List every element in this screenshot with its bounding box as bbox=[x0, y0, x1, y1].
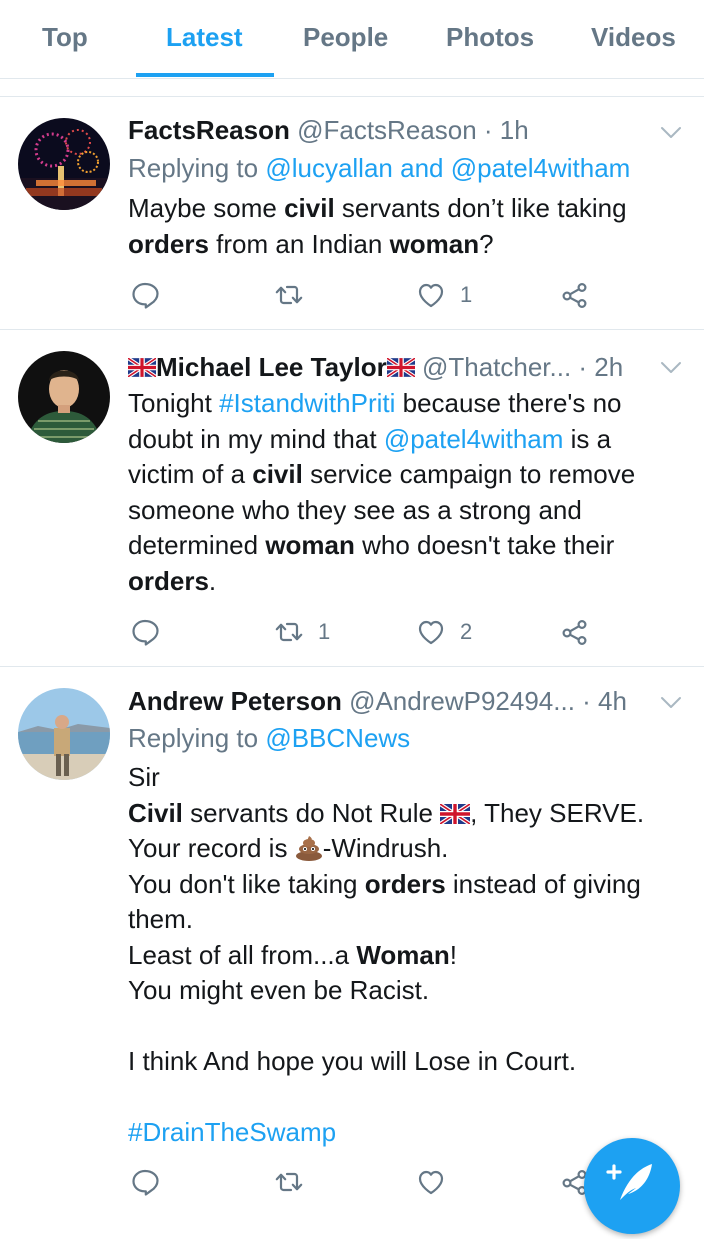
tweet-text: Sir Civil servants do Not Rule , They SE… bbox=[128, 760, 684, 1151]
divider bbox=[0, 666, 704, 667]
chevron-down-icon[interactable] bbox=[660, 126, 682, 140]
chevron-down-icon[interactable] bbox=[660, 696, 682, 710]
text-line: I think And hope you will Lose in Court. bbox=[128, 1046, 577, 1076]
mention-link[interactable]: @lucyallan bbox=[265, 153, 393, 183]
like-icon bbox=[416, 280, 446, 310]
reply-button[interactable] bbox=[130, 1162, 160, 1202]
divider bbox=[0, 329, 704, 330]
text-line: Least of all from...a Woman! bbox=[128, 939, 457, 970]
handle[interactable]: @Thatcher... bbox=[422, 352, 571, 382]
compose-tweet-icon bbox=[606, 1164, 652, 1200]
retweet-icon bbox=[274, 617, 304, 647]
retweet-icon bbox=[274, 280, 304, 310]
like-icon bbox=[416, 617, 446, 647]
like-count: 1 bbox=[460, 282, 473, 307]
chevron-down-icon[interactable] bbox=[660, 361, 682, 375]
display-name[interactable]: Michael Lee Taylor bbox=[156, 352, 387, 382]
tab-people[interactable]: People bbox=[303, 22, 388, 53]
tweet-actions: 1 2 bbox=[128, 612, 688, 652]
reply-icon bbox=[130, 1167, 160, 1197]
avatar[interactable] bbox=[18, 351, 110, 443]
text-line: You don't like taking orders instead of … bbox=[128, 868, 641, 899]
share-button[interactable] bbox=[560, 275, 590, 315]
avatar[interactable] bbox=[18, 118, 110, 210]
like-button[interactable]: 2 bbox=[416, 612, 472, 652]
divider bbox=[0, 96, 704, 97]
retweet-button[interactable]: 1 bbox=[274, 612, 330, 652]
timestamp: · 1h bbox=[483, 115, 529, 145]
display-name[interactable]: Andrew Peterson bbox=[128, 686, 342, 716]
text-line: Civil servants do Not Rule , They SERVE. bbox=[128, 797, 645, 828]
active-tab-indicator bbox=[136, 73, 274, 77]
search-tabs: Top Latest People Photos Videos bbox=[0, 0, 704, 79]
replying-to-and[interactable]: and bbox=[400, 153, 443, 183]
reply-button[interactable] bbox=[130, 612, 160, 652]
timestamp: · 4h bbox=[582, 686, 627, 716]
handle[interactable]: @AndrewP92494... bbox=[349, 686, 575, 716]
text-line: them. bbox=[128, 904, 194, 934]
compose-tweet-button[interactable] bbox=[584, 1138, 680, 1234]
retweet-count: 1 bbox=[318, 619, 331, 644]
tweet-header: FactsReason @FactsReason · 1h bbox=[128, 115, 529, 146]
poop-emoji-icon bbox=[295, 836, 322, 861]
share-button[interactable] bbox=[560, 612, 590, 652]
retweet-button[interactable] bbox=[274, 1162, 318, 1202]
tweet-header: Andrew Peterson @AndrewP92494... · 4h bbox=[128, 686, 627, 717]
avatar[interactable] bbox=[18, 688, 110, 780]
tab-videos[interactable]: Videos bbox=[591, 22, 676, 53]
mention-link[interactable]: @BBCNews bbox=[265, 723, 410, 753]
share-icon bbox=[560, 617, 590, 647]
tweet-header: Michael Lee Taylor @Thatcher... · 2h bbox=[128, 352, 623, 383]
reply-button[interactable] bbox=[130, 275, 160, 315]
tab-photos[interactable]: Photos bbox=[446, 22, 534, 53]
text-line: Sir bbox=[128, 762, 160, 792]
mention-link[interactable]: @patel4witham bbox=[384, 424, 564, 454]
uk-flag-icon bbox=[440, 804, 470, 824]
tweet-actions: 1 bbox=[128, 275, 688, 315]
tab-latest[interactable]: Latest bbox=[166, 22, 243, 53]
text-line: Your record is -Windrush. bbox=[128, 833, 449, 863]
mention-link[interactable]: @patel4witham bbox=[451, 153, 631, 183]
handle[interactable]: @FactsReason bbox=[297, 115, 477, 145]
like-icon bbox=[416, 1167, 446, 1197]
replying-to-label: Replying to bbox=[128, 723, 259, 753]
replying-to: Replying to @lucyallan and @patel4witham bbox=[128, 153, 630, 184]
uk-flag-icon bbox=[387, 358, 415, 377]
reply-icon bbox=[130, 280, 160, 310]
uk-flag-icon bbox=[128, 358, 156, 377]
hashtag-link[interactable]: #IstandwithPriti bbox=[219, 388, 395, 418]
tab-top[interactable]: Top bbox=[42, 22, 88, 53]
like-count: 2 bbox=[460, 619, 473, 644]
display-name[interactable]: FactsReason bbox=[128, 115, 290, 145]
text-line: You might even be Racist. bbox=[128, 975, 430, 1005]
like-button[interactable] bbox=[416, 1162, 460, 1202]
like-button[interactable]: 1 bbox=[416, 275, 472, 315]
share-icon bbox=[560, 280, 590, 310]
replying-to-label: Replying to bbox=[128, 153, 259, 183]
replying-to: Replying to @BBCNews bbox=[128, 723, 410, 754]
retweet-icon bbox=[274, 1167, 304, 1197]
tweet-text: Maybe some civil servants don’t like tak… bbox=[128, 193, 627, 259]
reply-icon bbox=[130, 617, 160, 647]
retweet-button[interactable] bbox=[274, 275, 318, 315]
tweet-text: Tonight #IstandwithPriti because there's… bbox=[128, 388, 636, 596]
timestamp: · 2h bbox=[578, 352, 624, 382]
